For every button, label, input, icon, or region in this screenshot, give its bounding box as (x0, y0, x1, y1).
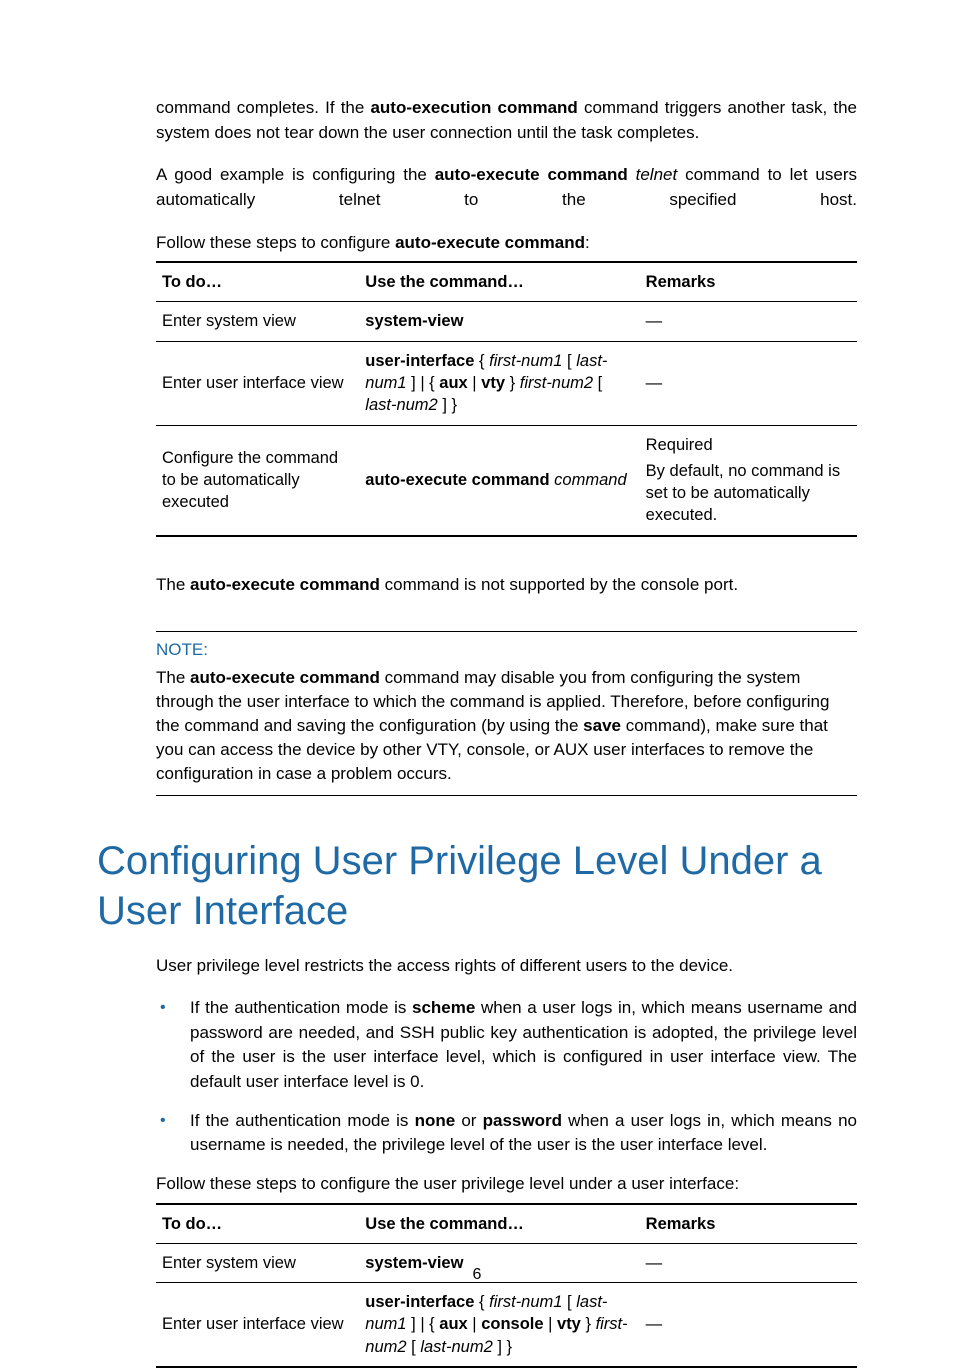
t: [ (593, 374, 602, 392)
page-number: 6 (0, 1263, 954, 1286)
cell-todo: Enter user interface view (156, 341, 359, 425)
follow-steps-2: Follow these steps to configure the user… (156, 1172, 857, 1197)
table-header-row: To do… Use the command… Remarks (156, 262, 857, 302)
text: or (455, 1111, 482, 1130)
cell-command: user-interface { first-num1 [ last-num1 … (359, 1283, 639, 1367)
cell-command: system-view (359, 302, 639, 341)
text: Follow these steps to configure (156, 233, 395, 252)
t: ] | { (407, 1315, 440, 1333)
cmd-name: auto-execute command (395, 233, 585, 252)
remark-line: By default, no command is set to be auto… (646, 460, 851, 527)
t: } (505, 374, 520, 392)
t: | (544, 1315, 557, 1333)
text: If the authentication mode is (190, 998, 412, 1017)
t: { (474, 352, 489, 370)
arg: first-num2 (520, 374, 593, 392)
text: command completes. If the (156, 98, 370, 117)
cmd: auto-execute command (365, 471, 549, 489)
cell-todo: Configure the command to be automaticall… (156, 425, 359, 536)
arg: last-num2 (420, 1338, 492, 1356)
table-row: Enter system view system-view — (156, 302, 857, 341)
cmd-arg: telnet (636, 165, 678, 184)
text: The (156, 575, 190, 594)
text (628, 165, 636, 184)
kw: aux (439, 374, 467, 392)
cmd: user-interface (365, 352, 474, 370)
col-remarks: Remarks (640, 1204, 857, 1244)
bullet-list: If the authentication mode is scheme whe… (156, 996, 857, 1158)
intro-para-1: command completes. If the auto-execution… (156, 96, 857, 145)
kw: password (483, 1111, 562, 1130)
text: If the authentication mode is (190, 1111, 415, 1130)
cmd-name: save (583, 716, 621, 735)
col-remarks: Remarks (640, 262, 857, 302)
col-command: Use the command… (359, 262, 639, 302)
col-command: Use the command… (359, 1204, 639, 1244)
col-todo: To do… (156, 1204, 359, 1244)
col-todo: To do… (156, 262, 359, 302)
t: ] | { (407, 374, 440, 392)
kw: none (415, 1111, 456, 1130)
cell-remarks: — (640, 341, 857, 425)
arg: first-num1 (489, 1293, 562, 1311)
arg: first-num1 (489, 352, 562, 370)
t: | (468, 374, 481, 392)
table-row: Enter user interface view user-interface… (156, 1283, 857, 1367)
t: [ (562, 352, 576, 370)
arg: last-num2 (365, 396, 437, 414)
note-body: The auto-execute command command may dis… (156, 666, 857, 795)
cmd-name: auto-execute command (190, 575, 380, 594)
table-row: Configure the command to be automaticall… (156, 425, 857, 536)
section-title: Configuring User Privilege Level Under a… (97, 836, 857, 936)
kw: vty (481, 374, 505, 392)
arg: command (554, 471, 626, 489)
cell-remarks: — (640, 302, 857, 341)
text: A good example is configuring the (156, 165, 435, 184)
t: ] } (493, 1338, 512, 1356)
kw: vty (557, 1315, 581, 1333)
t: } (581, 1315, 596, 1333)
t: [ (407, 1338, 421, 1356)
t: [ (562, 1293, 576, 1311)
t: | (468, 1315, 481, 1333)
kw: aux (439, 1315, 467, 1333)
cell-todo: Enter user interface view (156, 1283, 359, 1367)
intro-follow-steps: Follow these steps to configure auto-exe… (156, 231, 857, 256)
cell-command: user-interface { first-num1 [ last-num1 … (359, 341, 639, 425)
console-not-supported: The auto-execute command command is not … (156, 573, 857, 598)
cell-command: auto-execute command command (359, 425, 639, 536)
cmd-name: auto-execute command (190, 668, 380, 687)
kw: console (481, 1315, 543, 1333)
intro-para-2: A good example is configuring the auto-e… (156, 163, 857, 212)
cell-remarks: Required By default, no command is set t… (640, 425, 857, 536)
auto-execute-config-table: To do… Use the command… Remarks Enter sy… (156, 261, 857, 536)
note-heading: NOTE: (156, 632, 857, 666)
cmd: user-interface (365, 1293, 474, 1311)
cmd-name: auto-execution command (370, 98, 577, 117)
table-row: Enter user interface view user-interface… (156, 341, 857, 425)
t: ] } (438, 396, 457, 414)
cell-remarks: — (640, 1283, 857, 1367)
text: command is not supported by the console … (380, 575, 738, 594)
cell-todo: Enter system view (156, 302, 359, 341)
cmd-name: auto-execute command (435, 165, 628, 184)
list-item: If the authentication mode is scheme whe… (156, 996, 857, 1095)
remark-line: Required (646, 434, 851, 456)
text: : (585, 233, 590, 252)
kw: scheme (412, 998, 475, 1017)
list-item: If the authentication mode is none or pa… (156, 1109, 857, 1158)
note-box: NOTE: The auto-execute command command m… (156, 631, 857, 795)
text: The (156, 668, 190, 687)
t: { (474, 1293, 489, 1311)
cmd: system-view (365, 312, 463, 330)
section-lead: User privilege level restricts the acces… (156, 954, 857, 979)
table-header-row: To do… Use the command… Remarks (156, 1204, 857, 1244)
